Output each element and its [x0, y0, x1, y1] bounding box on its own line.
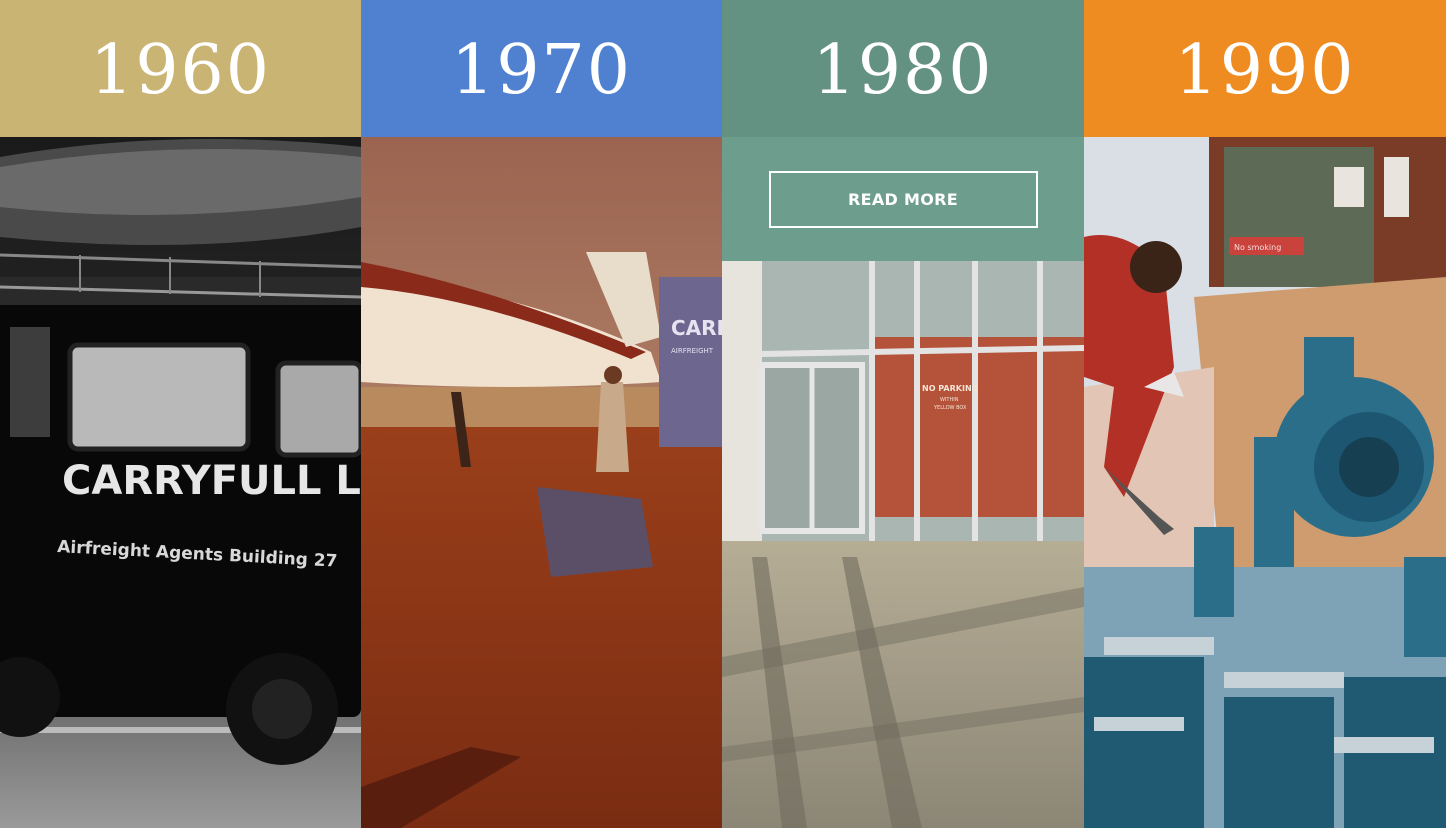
decade-card-1990[interactable]: 1990 No smoking: [1084, 0, 1446, 828]
photo-1990-warehouse: No smoking: [1084, 137, 1446, 828]
year-label: 1990: [1174, 30, 1356, 110]
truck-brand-text: CARRY: [671, 316, 722, 340]
year-header-1990: 1990: [1084, 0, 1446, 137]
decade-card-1960[interactable]: 1960 CARRYFULL L Airfreight Agents Build…: [0, 0, 361, 828]
year-label: 1970: [450, 30, 633, 110]
read-more-button[interactable]: READ MORE: [768, 170, 1038, 228]
year-header-1970: 1970: [361, 0, 722, 137]
decade-timeline: 1960 CARRYFULL L Airfreight Agents Build…: [0, 0, 1446, 828]
photo-1960-van: CARRYFULL L Airfreight Agents Building 2…: [0, 137, 361, 828]
red-sign-text: No smoking: [1234, 243, 1281, 252]
door-sign-small: WITHIN: [940, 397, 959, 403]
photo-1970-jet: CARRY AIRFREIGHT: [361, 137, 722, 828]
year-label: 1960: [89, 30, 272, 110]
truck-small-text: AIRFREIGHT: [671, 347, 714, 355]
van-brand-text: CARRYFULL L: [62, 458, 361, 504]
year-label: 1980: [812, 30, 994, 110]
door-sign-text: NO PARKING: [922, 384, 978, 393]
door-sign-small2: YELLOW BOX: [933, 405, 967, 411]
year-header-1960: 1960: [0, 0, 361, 137]
decade-card-1970[interactable]: 1970 CARRY AIRFR: [361, 0, 722, 828]
decade-card-1980[interactable]: 1980 READ MORE NO PARKING WITHIN YELLOW …: [722, 0, 1084, 828]
year-header-1980: 1980: [722, 0, 1084, 137]
read-more-panel: READ MORE: [722, 137, 1084, 261]
